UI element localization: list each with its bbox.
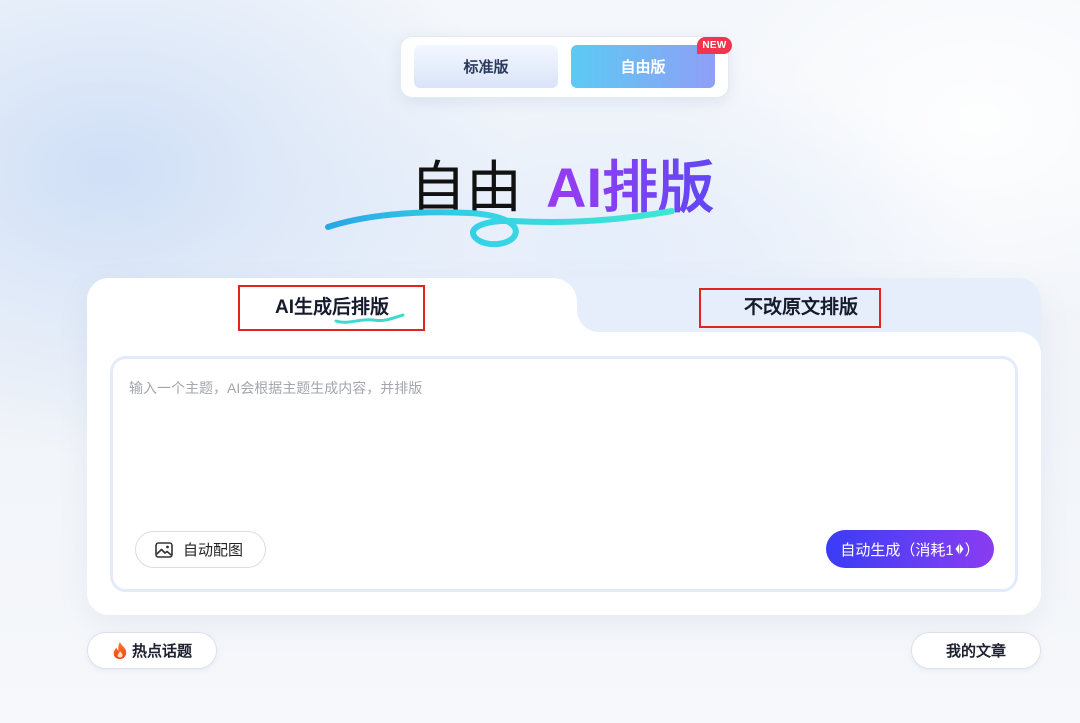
auto-image-label: 自动配图 <box>183 542 244 559</box>
generate-label-suffix: ） <box>964 541 980 559</box>
free-version-label: 自由版 <box>620 59 666 76</box>
fire-icon <box>112 641 128 660</box>
auto-image-button[interactable]: 自动配图 <box>135 531 266 568</box>
title-swoosh-decoration <box>325 208 675 248</box>
tab-label: 不改原文排版 <box>743 296 858 318</box>
image-icon <box>155 541 173 558</box>
composer-card: AI生成后排版 不改原文排版 自动配图 自动生成（消耗1 <box>87 278 1041 615</box>
my-articles-button[interactable]: 我的文章 <box>911 632 1041 669</box>
tab-keep-original-layout[interactable]: 不改原文排版 <box>553 278 1041 354</box>
tab-swoosh-decoration <box>334 313 405 324</box>
standard-version-button[interactable]: 标准版 <box>414 45 558 88</box>
hot-topics-label: 热点话题 <box>131 643 192 660</box>
auto-generate-button[interactable]: 自动生成（消耗1 ） <box>826 530 994 568</box>
standard-version-label: 标准版 <box>463 59 509 76</box>
composer-body: 自动配图 自动生成（消耗1 ） <box>87 332 1041 615</box>
free-version-button[interactable]: 自由版 <box>571 45 715 88</box>
generate-label-prefix: 自动生成（消耗1 <box>840 541 954 559</box>
new-badge: NEW <box>697 37 732 54</box>
hot-topics-button[interactable]: 热点话题 <box>87 632 217 669</box>
tab-ai-generate-layout[interactable]: AI生成后排版 <box>87 278 577 332</box>
diamond-icon <box>955 543 964 555</box>
my-articles-label: 我的文章 <box>945 643 1006 660</box>
topic-editor: 自动配图 自动生成（消耗1 ） <box>110 356 1018 592</box>
version-toggle: 标准版 自由版 NEW <box>400 36 732 98</box>
